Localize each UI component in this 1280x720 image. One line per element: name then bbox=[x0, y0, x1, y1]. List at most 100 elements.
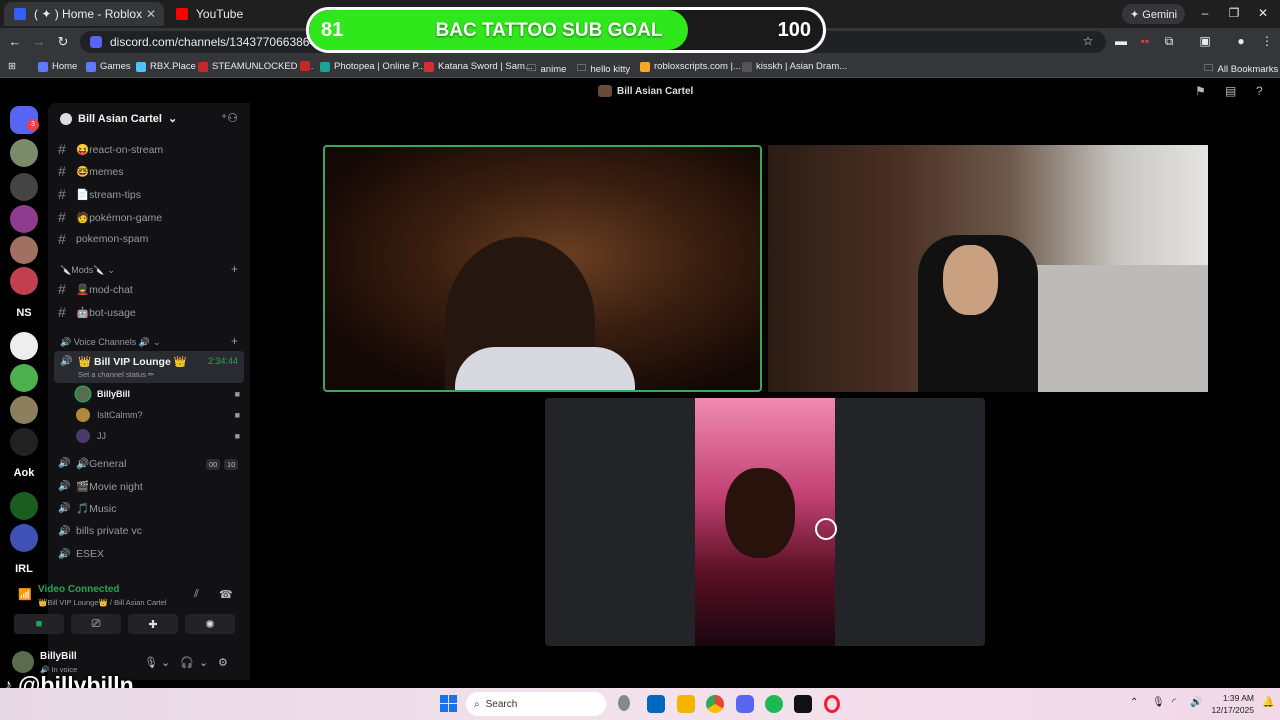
chrome-icon[interactable] bbox=[706, 695, 724, 713]
file-explorer-icon[interactable] bbox=[677, 695, 695, 713]
bookmark-photopea[interactable]: Photopea | Online P... bbox=[320, 61, 426, 72]
noise-suppression-icon[interactable]: ⫽ bbox=[194, 588, 199, 601]
bookmark-hellokitty[interactable]: 🗀 hello kitty bbox=[577, 61, 630, 77]
voice-user[interactable]: JJ ■ bbox=[76, 427, 246, 445]
guild-icon[interactable] bbox=[10, 332, 38, 360]
voice-user[interactable]: IsItCalmm? ■ bbox=[76, 406, 246, 424]
bookmark-rbxplace[interactable]: RBX.Place bbox=[136, 61, 196, 72]
minimize-icon[interactable]: – bbox=[1198, 6, 1212, 20]
bookmark-blank[interactable] bbox=[300, 61, 310, 71]
voice-user[interactable]: BillyBill ■ bbox=[76, 385, 246, 403]
guild-icon[interactable] bbox=[10, 267, 38, 295]
category-mods[interactable]: 🔪Mods🔪 ⌄ bbox=[60, 265, 115, 276]
bookmark-steamunlocked[interactable]: STEAMUNLOCKED »... bbox=[198, 61, 313, 72]
guild-icon[interactable] bbox=[10, 428, 38, 456]
bookmark-star-icon[interactable]: ☆ bbox=[1080, 34, 1096, 48]
add-channel-icon[interactable]: + bbox=[231, 262, 238, 276]
activities-button[interactable]: ✚ bbox=[128, 614, 178, 634]
guild-icon[interactable] bbox=[10, 205, 38, 233]
video-tile-portrait[interactable] bbox=[545, 398, 985, 646]
video-tile-speaking[interactable] bbox=[323, 145, 762, 392]
forward-icon[interactable]: → bbox=[31, 34, 47, 49]
add-member-icon[interactable]: ⁺⚇ bbox=[221, 111, 238, 125]
profile-icon[interactable]: ● bbox=[1233, 34, 1249, 48]
guild-icon[interactable] bbox=[10, 173, 38, 201]
camera-button[interactable]: ■ bbox=[14, 614, 64, 634]
bookmark-home[interactable]: Home bbox=[38, 61, 77, 72]
help-icon[interactable]: ? bbox=[1256, 84, 1263, 98]
bookmark-katana[interactable]: Katana Sword | Sam... bbox=[424, 61, 533, 72]
gemini-button[interactable]: ✦ Gemini bbox=[1122, 4, 1186, 24]
guild-icon[interactable] bbox=[10, 396, 38, 424]
extension-red-icon[interactable]: ▪▪ bbox=[1137, 34, 1153, 48]
extension-icon[interactable]: ▬ bbox=[1113, 34, 1129, 48]
guild-aok[interactable]: Aok bbox=[8, 467, 40, 479]
volume-icon[interactable]: 🔊 bbox=[1190, 697, 1202, 708]
sidepanel-icon[interactable]: ▣ bbox=[1197, 34, 1213, 48]
taskbar-search[interactable]: ⌕ Search bbox=[466, 692, 606, 716]
microphone-icon[interactable]: 🎙 bbox=[144, 656, 158, 669]
mouse-app-icon[interactable] bbox=[618, 695, 630, 711]
channel-pokemon-spam[interactable]: # pokemon-spam bbox=[58, 229, 244, 249]
channel-pokemon-game[interactable]: # 🧑pokémon-game bbox=[58, 207, 244, 227]
voice-channel-music[interactable]: 🔊 🎵Music bbox=[58, 498, 244, 518]
channel-memes[interactable]: # 🤓memes bbox=[58, 161, 244, 181]
back-icon[interactable]: ← bbox=[7, 34, 23, 49]
channel-mod-chat[interactable]: # 💂mod-chat bbox=[58, 279, 244, 299]
restore-icon[interactable]: ❐ bbox=[1227, 6, 1241, 20]
inbox-icon[interactable]: ▤ bbox=[1225, 84, 1236, 98]
headphones-icon[interactable]: 🎧 bbox=[180, 656, 194, 669]
guild-icon[interactable] bbox=[10, 364, 38, 392]
gear-icon[interactable]: ⚙ bbox=[218, 656, 228, 669]
channel-status[interactable]: Set a channel status ✏ bbox=[78, 370, 154, 379]
bookmark-games[interactable]: Games bbox=[86, 61, 131, 72]
spotify-icon[interactable] bbox=[765, 695, 783, 713]
avatar[interactable] bbox=[12, 651, 34, 673]
chevron-down-icon[interactable]: ⌄ bbox=[161, 656, 170, 669]
signal-icon[interactable]: 📶 bbox=[18, 588, 32, 601]
disconnect-icon[interactable]: ☎ bbox=[219, 588, 233, 601]
microphone-icon[interactable]: 🎙 bbox=[1152, 697, 1165, 708]
voice-status-subtitle[interactable]: 👑Bill VIP Lounge👑 / Bill Asian Cartel bbox=[38, 598, 167, 607]
voice-channel-movie-night[interactable]: 🔊 🎬Movie night bbox=[58, 476, 244, 496]
clock[interactable]: 1:39 AM 12/17/2025 bbox=[1208, 692, 1254, 716]
close-window-icon[interactable]: ✕ bbox=[1256, 6, 1270, 20]
bookmark-kisskh[interactable]: kisskh | Asian Dram... bbox=[742, 61, 847, 72]
channel-stream-tips[interactable]: # 📄stream-tips bbox=[58, 184, 244, 204]
windows-start-icon[interactable] bbox=[440, 695, 458, 713]
discord-icon[interactable] bbox=[736, 695, 754, 713]
close-icon[interactable]: ✕ bbox=[146, 7, 156, 21]
bookmark-robloxscripts[interactable]: robloxscripts.com |... bbox=[640, 61, 741, 72]
server-name-header[interactable]: Bill Asian Cartel ⌄ bbox=[60, 112, 177, 125]
channel-react-on-stream[interactable]: # 😝react-on-stream bbox=[58, 139, 244, 159]
soundboard-button[interactable]: ✺ bbox=[185, 614, 235, 634]
voice-channel-esex[interactable]: 🔊 ESEX bbox=[58, 544, 244, 564]
chevron-down-icon[interactable]: ⌄ bbox=[199, 656, 208, 669]
voice-channel-bills-private[interactable]: 🔊 bills private vc bbox=[58, 521, 244, 541]
guild-irl[interactable]: IRL bbox=[8, 563, 40, 575]
app-icon[interactable] bbox=[794, 695, 812, 713]
apps-icon[interactable]: ⊞ bbox=[8, 61, 16, 72]
add-channel-icon[interactable]: + bbox=[231, 334, 238, 348]
guild-ns[interactable]: NS bbox=[8, 307, 40, 319]
wifi-icon[interactable]: ◜ bbox=[1172, 697, 1176, 708]
notification-bell-icon[interactable]: 🔔 bbox=[1262, 697, 1274, 708]
channel-bot-usage[interactable]: # 🤖bot-usage bbox=[58, 302, 244, 322]
guild-icon[interactable] bbox=[10, 139, 38, 167]
bookmark-anime[interactable]: 🗀 anime bbox=[527, 61, 566, 77]
video-tile-room[interactable] bbox=[768, 145, 1208, 392]
chevron-up-icon[interactable]: ⌃ bbox=[1130, 697, 1138, 708]
store-icon[interactable] bbox=[647, 695, 665, 713]
puzzle-icon[interactable]: ⧉ bbox=[1161, 34, 1177, 49]
guild-icon[interactable] bbox=[10, 236, 38, 264]
reload-icon[interactable]: ↻ bbox=[55, 34, 71, 50]
all-bookmarks[interactable]: 🗀 All Bookmarks bbox=[1204, 61, 1278, 77]
flag-icon[interactable]: ⚑ bbox=[1195, 84, 1206, 98]
guild-icon[interactable] bbox=[10, 524, 38, 552]
category-voice[interactable]: 🔊 Voice Channels 🔊 ⌄ bbox=[60, 337, 161, 348]
guild-icon[interactable] bbox=[10, 492, 38, 520]
opera-icon[interactable] bbox=[824, 695, 840, 713]
tab-roblox[interactable]: ( ✦ ) Home - Roblox ✕ bbox=[4, 2, 164, 26]
voice-channel-active[interactable]: 🔊 👑 Bill VIP Lounge 👑 Set a channel stat… bbox=[54, 351, 244, 383]
tab-youtube[interactable]: YouTube bbox=[166, 2, 306, 26]
